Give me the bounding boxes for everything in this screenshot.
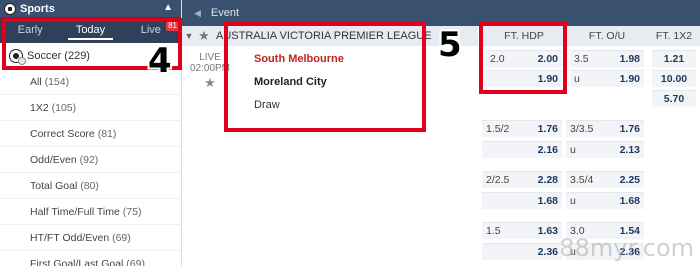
under-marker: u — [570, 195, 576, 207]
menu-item-first-last-goal[interactable]: First Goal/Last Goal (69) — [0, 251, 181, 266]
menu-item-label: 1X2 — [30, 102, 49, 114]
x12-home-odds[interactable]: 1.21 — [652, 50, 696, 67]
menu-item-count: (69) — [126, 258, 145, 266]
menu-item-odd-even[interactable]: Odd/Even (92) — [0, 147, 181, 173]
odds-value: 1.21 — [663, 53, 685, 65]
menu-item-count: (80) — [80, 180, 99, 192]
menu-item-count: (92) — [79, 154, 99, 166]
menu-item-count: (81) — [97, 128, 117, 140]
odds-value: 2.13 — [619, 144, 640, 156]
column-ft-1x2: FT. 1X2 — [648, 26, 700, 46]
menu-item-label: Half Time/Full Time — [30, 206, 120, 218]
menu-item-1x2[interactable]: 1X2 (105) — [0, 95, 181, 121]
hdp-away-odds[interactable]: 2.36 — [482, 243, 562, 260]
star-icon[interactable]: ★ — [196, 28, 212, 44]
odds-value: 2.16 — [537, 144, 558, 156]
hdp-home-odds[interactable]: 1.5/2 1.76 — [482, 120, 562, 137]
odds-value: 2.28 — [537, 174, 558, 186]
hdp-line: 1.5/2 — [486, 123, 510, 135]
menu-item-label: Odd/Even — [30, 154, 77, 166]
watermark: 88myr.com — [559, 234, 694, 262]
ou-under-odds[interactable]: u 1.68 — [566, 192, 644, 209]
annotation-label-5: 5 — [438, 25, 462, 65]
menu-item-half-full-time[interactable]: Half Time/Full Time (75) — [0, 199, 181, 225]
hdp-line: 1.5 — [486, 225, 501, 237]
hdp-line: 2/2.5 — [486, 174, 510, 186]
hdp-away-odds[interactable]: 2.16 — [482, 141, 562, 158]
odds-value: 1.76 — [537, 123, 558, 135]
odds-value: 1.76 — [619, 123, 640, 135]
ou-under-odds[interactable]: u 2.13 — [566, 141, 644, 158]
sports-header[interactable]: Sports ▲ — [0, 0, 181, 17]
ou-under-odds[interactable]: u 1.90 — [570, 70, 644, 87]
annotation-box-5 — [479, 22, 567, 94]
x12-draw-odds[interactable]: 5.70 — [652, 90, 696, 107]
event-header-label: Event — [210, 7, 240, 19]
ou-over-odds[interactable]: 3.5/4 2.25 — [566, 171, 644, 188]
ou-line: 3/3.5 — [570, 123, 594, 135]
x12-away-odds[interactable]: 10.00 — [652, 70, 696, 87]
sports-header-label: Sports — [20, 2, 55, 15]
menu-item-correct-score[interactable]: Correct Score (81) — [0, 121, 181, 147]
menu-item-label: All — [30, 76, 42, 88]
menu-item-label: First Goal/Last Goal — [30, 258, 124, 266]
ou-over-odds[interactable]: 3/3.5 1.76 — [566, 120, 644, 137]
odds-value: 5.70 — [663, 93, 685, 105]
hdp-home-odds[interactable]: 2/2.5 2.28 — [482, 171, 562, 188]
menu-item-label: Total Goal — [30, 180, 78, 192]
odds-value: 1.90 — [619, 73, 640, 85]
menu-item-label: Correct Score — [30, 128, 95, 140]
menu-item-count: (105) — [51, 102, 77, 114]
odds-value: 1.68 — [619, 195, 640, 207]
odds-value: 2.25 — [619, 174, 640, 186]
menu-item-count: (75) — [122, 206, 142, 218]
under-marker: u — [570, 144, 576, 156]
odds-value: 1.98 — [619, 53, 640, 65]
chevron-up-icon[interactable]: ▲ — [163, 2, 173, 13]
soccer-ball-icon — [4, 2, 16, 15]
ou-line: 3.5 — [574, 53, 589, 65]
annotation-box-match — [224, 22, 426, 132]
under-marker: u — [574, 73, 580, 85]
menu-item-total-goal[interactable]: Total Goal (80) — [0, 173, 181, 199]
ou-line: 3.5/4 — [570, 174, 594, 186]
market-menu: All (154) 1X2 (105) Correct Score (81) O… — [0, 69, 181, 266]
collapse-arrow-icon[interactable]: ◀ — [194, 8, 201, 19]
odds-value: 10.00 — [660, 73, 688, 85]
menu-item-label: HT/FT Odd/Even — [30, 232, 110, 244]
hdp-home-odds[interactable]: 1.5 1.63 — [482, 222, 562, 239]
column-ft-ou: FT. O/U — [566, 26, 648, 46]
chevron-down-icon[interactable]: ▼ — [182, 31, 196, 41]
menu-item-count: (69) — [112, 232, 131, 244]
hdp-away-odds[interactable]: 1.68 — [482, 192, 562, 209]
odds-value: 2.36 — [537, 246, 558, 258]
menu-item-ht-ft-odd-even[interactable]: HT/FT Odd/Even (69) — [0, 225, 181, 251]
menu-item-count: (154) — [44, 76, 70, 88]
annotation-label-4: 4 — [148, 41, 172, 81]
odds-value: 1.63 — [537, 225, 558, 237]
ou-over-odds[interactable]: 3.5 1.98 — [570, 50, 644, 67]
odds-value: 1.68 — [537, 195, 558, 207]
